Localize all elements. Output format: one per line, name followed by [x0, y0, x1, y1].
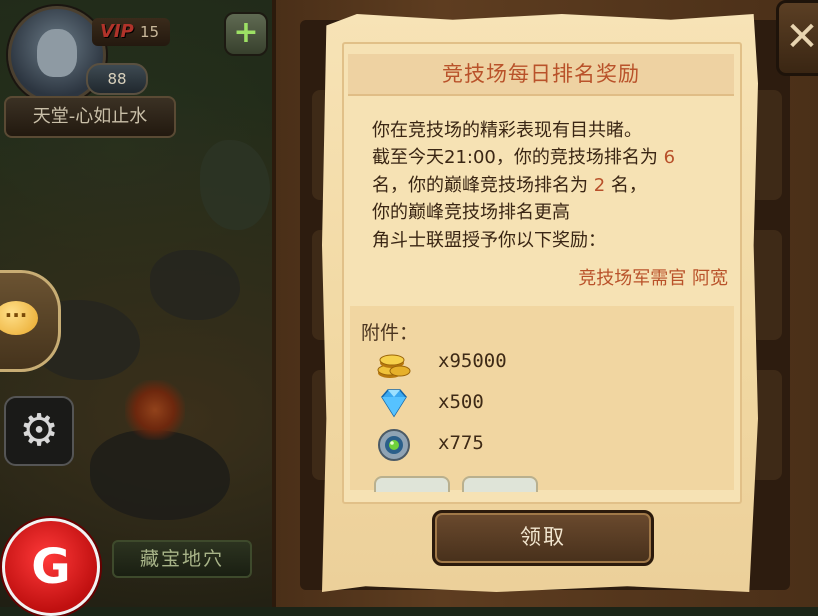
game-logo-button[interactable]: G — [2, 518, 100, 616]
player-level-badge: 88 — [86, 63, 148, 95]
close-button[interactable]: ✕ — [776, 0, 818, 76]
vip-label: VIP — [100, 21, 134, 42]
hidden-tab — [374, 476, 450, 492]
sender-signature: 竞技场军需官 阿宽 — [578, 268, 728, 289]
message-line-4: 你的巅峰竞技场排名更高 — [372, 202, 570, 223]
attachments-label: 附件： — [361, 322, 419, 344]
claim-button[interactable]: 领取 — [432, 510, 654, 566]
message-line-2: 截至今天21:00，你的竞技场排名为 6 — [372, 143, 675, 169]
reward-quantity: x775 — [438, 432, 484, 454]
settings-button[interactable]: ⚙ — [4, 396, 74, 466]
logo-icon: G — [31, 539, 71, 595]
chat-button[interactable]: ··· — [0, 270, 61, 372]
peak-rank: 2 — [593, 175, 606, 196]
message-text: 名， — [605, 175, 647, 196]
vip-level: 15 — [140, 23, 160, 41]
message-text: 名，你的巅峰竞技场排名为 — [372, 175, 594, 196]
arena-rank: 6 — [663, 147, 676, 168]
gear-icon: ⚙ — [19, 405, 59, 456]
reward-quantity: x95000 — [438, 350, 507, 372]
diamond-icon — [381, 389, 407, 418]
avatar-portrait — [37, 29, 77, 77]
vip-badge[interactable]: VIP 15 — [92, 18, 170, 46]
reward-quantity: x500 — [438, 391, 484, 413]
orb-icon — [378, 429, 410, 461]
dialog-title: 竞技场每日排名奖励 — [442, 62, 640, 86]
message-line-3: 名，你的巅峰竞技场排名为 2 名， — [372, 171, 647, 197]
message-line-5: 角斗士联盟授予你以下奖励： — [372, 230, 606, 251]
message-line-1: 你在竞技场的精彩表现有目共睹。 — [372, 120, 642, 141]
message-text: 截至今天21:00，你的竞技场排名为 — [372, 147, 664, 168]
hidden-tab — [462, 476, 538, 492]
player-name: 天堂-心如止水 — [4, 96, 176, 138]
chat-bubble-icon: ··· — [0, 301, 38, 335]
gold-coins-icon — [377, 354, 411, 378]
location-label: 藏宝地穴 — [112, 540, 252, 578]
add-button[interactable]: + — [224, 12, 268, 56]
